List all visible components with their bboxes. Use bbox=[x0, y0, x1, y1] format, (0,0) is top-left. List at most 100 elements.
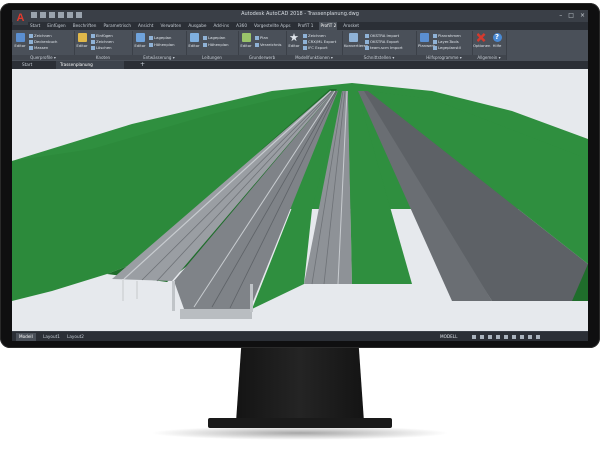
close-button[interactable]: × bbox=[580, 12, 585, 19]
knoten-einfuegen[interactable]: Einfügen bbox=[91, 33, 113, 38]
grunderwerb-verzeichnis[interactable]: Verzeichnis bbox=[255, 42, 282, 47]
hilfe-button[interactable]: ? Hilfe bbox=[490, 33, 504, 48]
panel-modellfunktionen: Editor Zeichnen CRX/ML Export IFC Export… bbox=[286, 31, 343, 60]
post-left-1 bbox=[122, 279, 124, 301]
modellfunktionen-ifc-export[interactable]: IFC Export bbox=[303, 45, 328, 50]
team-scm-import[interactable]: team.scm Import bbox=[365, 45, 403, 50]
wall-left bbox=[172, 281, 175, 311]
polar-icon[interactable] bbox=[496, 335, 500, 339]
okstra-export[interactable]: OKSTRA Export bbox=[365, 39, 399, 44]
layer-tools[interactable]: Layer-Tools bbox=[433, 39, 459, 44]
layout-tab-modell[interactable]: Modell bbox=[16, 333, 36, 341]
knoten-loeschen[interactable]: Löschen bbox=[91, 45, 112, 50]
knoten-zeichnen[interactable]: Zeichnen bbox=[91, 39, 114, 44]
tab-add-ins[interactable]: Add-ins bbox=[213, 22, 231, 30]
model-space-indicator[interactable]: MODELL bbox=[440, 333, 457, 341]
leitungen-editor-button[interactable]: Editor bbox=[188, 33, 200, 48]
lineweight-icon[interactable] bbox=[512, 335, 516, 339]
leitungen-hoehenplan[interactable]: Höhenplan bbox=[203, 42, 229, 47]
status-toggles bbox=[472, 335, 540, 339]
modellfunktionen-crxml-export[interactable]: CRX/ML Export bbox=[303, 39, 336, 44]
konvertieren-button[interactable]: Konvertieren bbox=[344, 33, 368, 48]
tab-a360[interactable]: A360 bbox=[235, 22, 248, 30]
planwerk-icon bbox=[419, 33, 429, 42]
grunderwerb-editor-button[interactable]: Editor bbox=[240, 33, 252, 48]
options-icon bbox=[476, 33, 486, 42]
tab-verwalten[interactable]: Verwalten bbox=[159, 22, 182, 30]
querprofile-editor-button[interactable]: Editor bbox=[14, 33, 26, 48]
plan-icon bbox=[255, 36, 259, 40]
querprofile-massen[interactable]: Massen bbox=[29, 45, 48, 50]
document-tabs: Start Trassenplanung + bbox=[12, 61, 588, 69]
layout-tab-layout1[interactable]: Layout1 bbox=[40, 333, 63, 341]
osnap-icon[interactable] bbox=[504, 335, 508, 339]
layer-icon bbox=[433, 40, 437, 44]
minimize-button[interactable]: – bbox=[559, 12, 562, 19]
panel-schnittstellen: Konvertieren OKSTRA Import OKSTRA Export… bbox=[342, 31, 417, 60]
tab-beschriften[interactable]: Beschriften bbox=[72, 22, 98, 30]
tab-ausgabe[interactable]: Ausgabe bbox=[187, 22, 207, 30]
volume-icon bbox=[29, 46, 33, 50]
screen: Autodesk AutoCAD 2018 - Trassenplanung.d… bbox=[12, 10, 588, 341]
snap-icon[interactable] bbox=[480, 335, 484, 339]
window-title: Autodesk AutoCAD 2018 - Trassenplanung.d… bbox=[241, 11, 359, 17]
customize-icon[interactable] bbox=[536, 335, 540, 339]
tab-profit-1[interactable]: ProfiT 1 bbox=[297, 22, 315, 30]
annotation-icon[interactable] bbox=[520, 335, 524, 339]
editor-icon bbox=[189, 33, 199, 42]
draw-icon bbox=[29, 34, 33, 38]
draw-icon bbox=[303, 34, 307, 38]
road-3d-model[interactable] bbox=[12, 69, 588, 331]
entwaesserung-lageplan[interactable]: Lageplan bbox=[149, 35, 171, 40]
delete-icon bbox=[91, 46, 95, 50]
new-tab-icon[interactable]: + bbox=[140, 61, 145, 69]
monitor-shadow bbox=[150, 426, 450, 440]
panel-querprofile: Editor Zeichnen Deckenbuch Massen Querpr… bbox=[12, 31, 75, 60]
editor-icon bbox=[241, 33, 251, 42]
tab-parametrisch[interactable]: Parametrisch bbox=[102, 22, 132, 30]
tab-arosket[interactable]: Arosket bbox=[342, 22, 360, 30]
export-icon bbox=[303, 40, 307, 44]
tab-einfuegen[interactable]: Einfügen bbox=[46, 22, 66, 30]
ortho-icon[interactable] bbox=[488, 335, 492, 339]
grunderwerb-plan[interactable]: Plan bbox=[255, 35, 268, 40]
querprofile-deckenbuch[interactable]: Deckenbuch bbox=[29, 39, 57, 44]
legeplanstil[interactable]: Legeplanstil bbox=[433, 45, 461, 50]
modellfunktionen-editor-button[interactable]: Editor bbox=[288, 33, 300, 48]
querprofile-zeichnen[interactable]: Zeichnen bbox=[29, 33, 52, 38]
entwaesserung-hoehenplan[interactable]: Höhenplan bbox=[149, 42, 175, 47]
optionen-button[interactable]: Optionen bbox=[473, 33, 490, 48]
grid-icon[interactable] bbox=[472, 335, 476, 339]
title-bar: Autodesk AutoCAD 2018 - Trassenplanung.d… bbox=[12, 10, 588, 22]
modellfunktionen-zeichnen[interactable]: Zeichnen bbox=[303, 33, 326, 38]
tab-start[interactable]: Start bbox=[29, 22, 41, 30]
wall-right bbox=[250, 284, 253, 312]
convert-icon bbox=[348, 33, 358, 42]
status-bar: Modell Layout1 Layout2 MODELL bbox=[12, 331, 588, 341]
drawing-viewport[interactable] bbox=[12, 69, 588, 331]
leitungen-lageplan[interactable]: Lageplan bbox=[203, 35, 225, 40]
ribbon-tabs: Start Einfügen Beschriften Parametrisch … bbox=[29, 22, 360, 30]
panel-leitungen: Editor Lageplan Höhenplan Leitungen bbox=[186, 31, 239, 60]
entwaesserung-editor-button[interactable]: Editor bbox=[134, 33, 146, 48]
editor-icon bbox=[15, 33, 25, 42]
workspace-icon[interactable] bbox=[528, 335, 532, 339]
planrahmen[interactable]: Planrahmen bbox=[433, 33, 461, 38]
tab-vorgestellte-apps[interactable]: Vorgestellte Apps bbox=[253, 22, 292, 30]
tab-profit-2[interactable]: ProfiT 2 bbox=[319, 22, 338, 30]
profile-icon bbox=[149, 43, 153, 47]
export-icon bbox=[365, 40, 369, 44]
doc-tab-start[interactable]: Start bbox=[18, 61, 36, 69]
panel-entwaesserung: Editor Lageplan Höhenplan Entwässerung ▾ bbox=[132, 31, 187, 60]
okstra-import[interactable]: OKSTRA Import bbox=[365, 33, 399, 38]
insert-icon bbox=[91, 34, 95, 38]
help-icon: ? bbox=[492, 33, 502, 42]
doc-tab-trassenplanung[interactable]: Trassenplanung bbox=[56, 61, 124, 69]
tab-ansicht[interactable]: Ansicht bbox=[137, 22, 154, 30]
panel-allgemein: Optionen ? Hilfe Allgemein ▾ bbox=[472, 31, 507, 60]
autocad-logo-icon[interactable]: A bbox=[13, 11, 28, 25]
knoten-editor-button[interactable]: Editor bbox=[76, 33, 88, 48]
maximize-button[interactable]: □ bbox=[568, 12, 574, 19]
planwerk-button[interactable]: Planwerk bbox=[418, 33, 435, 48]
layout-tab-layout2[interactable]: Layout2 bbox=[64, 333, 87, 341]
